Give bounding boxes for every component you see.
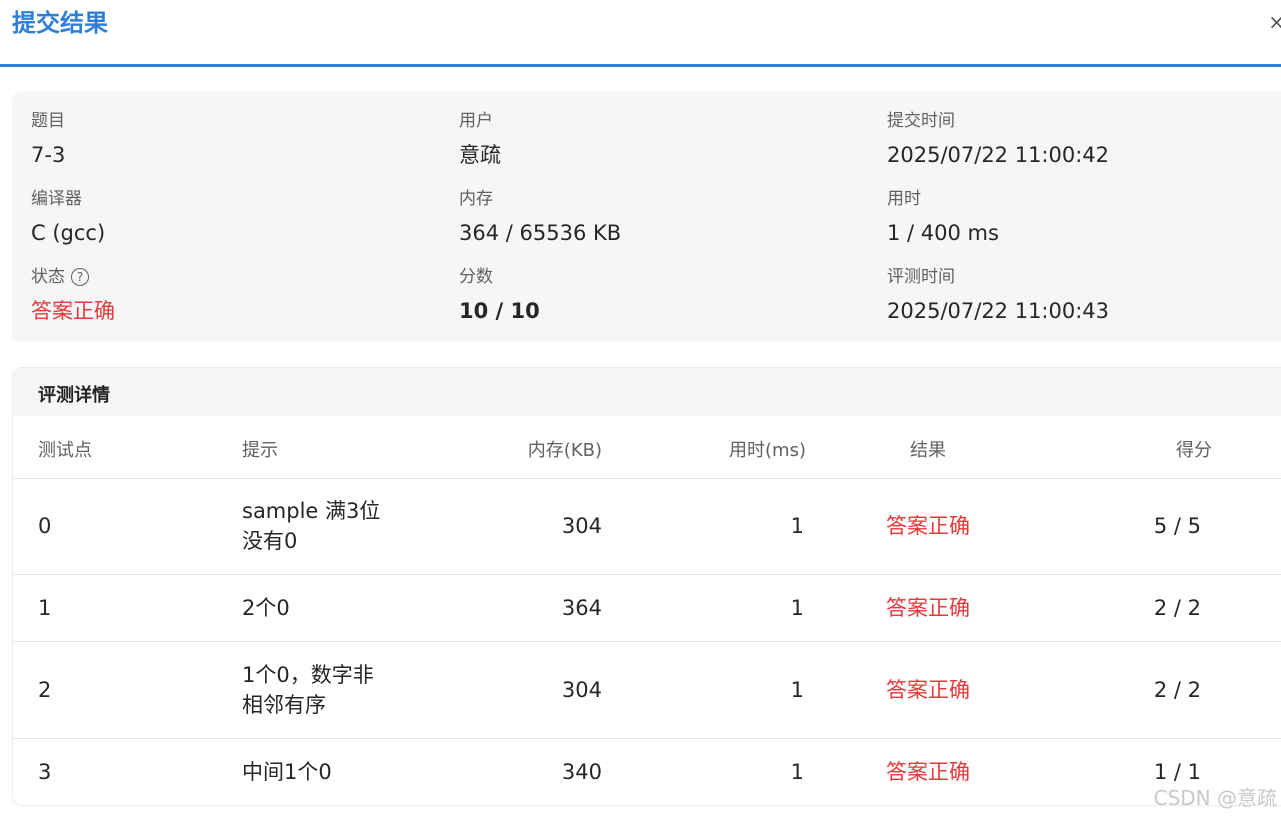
- column-header-score: 得分: [1176, 440, 1212, 461]
- case-time: 1: [790, 678, 804, 702]
- problem-label: 题目: [31, 111, 65, 131]
- user-label: 用户: [459, 111, 493, 131]
- compiler-field: 编译器 C (gcc): [31, 188, 105, 246]
- case-score: 2 / 2: [1153, 596, 1201, 620]
- question-circle-icon[interactable]: ?: [71, 268, 89, 286]
- user-field: 用户 意疏: [459, 110, 501, 168]
- case-hint: 1个0，数字非 相邻有序: [242, 663, 374, 717]
- detail-title: 评测详情: [38, 385, 110, 406]
- case-time: 1: [790, 596, 804, 620]
- score-field: 分数 10 / 10: [459, 266, 540, 324]
- case-result: 答案正确: [886, 678, 970, 702]
- judge-time-value: 2025/07/22 11:00:43: [887, 299, 1110, 323]
- case-hint: 2个0: [242, 596, 290, 620]
- time-field: 用时 1 / 400 ms: [887, 188, 999, 246]
- case-hint: 中间1个0: [242, 760, 332, 784]
- judge-detail-panel: 评测详情 测试点 提示 内存(KB) 用时(ms) 结果 得分 0 sample…: [12, 367, 1281, 806]
- status-field: 状态 ? 答案正确: [31, 266, 115, 324]
- case-time: 1: [790, 514, 804, 538]
- dialog-title: 提交结果: [12, 9, 108, 37]
- memory-value: 364 / 65536 KB: [459, 221, 622, 245]
- case-result: 答案正确: [886, 596, 970, 620]
- case-result: 答案正确: [886, 760, 970, 784]
- case-memory: 340: [561, 760, 602, 784]
- compiler-value: C (gcc): [31, 221, 106, 245]
- watermark: CSDN @意疏: [1153, 786, 1277, 810]
- judge-time-label: 评测时间: [887, 267, 955, 287]
- compiler-label: 编译器: [31, 189, 82, 209]
- table-row: 2 1个0，数字非 相邻有序 304 1 答案正确 2 / 2: [13, 642, 1281, 739]
- judge-time-field: 评测时间 2025/07/22 11:00:43: [887, 266, 1109, 324]
- submit-time-label: 提交时间: [887, 111, 955, 131]
- case-hint: sample 满3位 没有0: [242, 499, 381, 553]
- case-time: 1: [790, 760, 804, 784]
- time-value: 1 / 400 ms: [887, 221, 999, 245]
- table-row: 0 sample 满3位 没有0 304 1 答案正确 5 / 5: [13, 478, 1281, 575]
- score-value: 10 / 10: [459, 299, 540, 323]
- time-label: 用时: [887, 189, 921, 209]
- case-memory: 364: [561, 596, 602, 620]
- memory-label: 内存: [459, 189, 493, 209]
- case-id: 2: [38, 678, 52, 702]
- user-value: 意疏: [459, 143, 501, 167]
- column-header-time: 用时(ms): [729, 440, 806, 461]
- case-id: 0: [38, 514, 52, 538]
- case-score: 2 / 2: [1153, 678, 1201, 702]
- case-id: 1: [38, 596, 52, 620]
- column-header-case: 测试点: [38, 440, 92, 461]
- table-row: 1 2个0 364 1 答案正确 2 / 2: [13, 575, 1281, 642]
- case-result: 答案正确: [886, 514, 970, 538]
- column-header-hint: 提示: [242, 440, 278, 461]
- submit-time-field: 提交时间 2025/07/22 11:00:42: [887, 110, 1109, 168]
- case-memory: 304: [561, 514, 602, 538]
- submit-time-value: 2025/07/22 11:00:42: [887, 143, 1110, 167]
- close-icon[interactable]: ×: [1268, 10, 1281, 34]
- submission-summary: 题目 7-3 用户 意疏 提交时间 2025/07/22 11:00:42 编译…: [12, 91, 1281, 342]
- dialog-header: 提交结果 ×: [0, 0, 1281, 67]
- case-score: 5 / 5: [1153, 514, 1201, 538]
- memory-field: 内存 364 / 65536 KB: [459, 188, 621, 246]
- column-header-result: 结果: [910, 440, 946, 461]
- case-id: 3: [38, 760, 52, 784]
- case-memory: 304: [561, 678, 602, 702]
- detail-header: 评测详情: [13, 368, 1281, 416]
- status-label: 状态: [31, 267, 65, 287]
- table-header: 测试点 提示 内存(KB) 用时(ms) 结果 得分: [13, 416, 1281, 479]
- problem-value: 7-3: [31, 143, 66, 167]
- column-header-memory: 内存(KB): [527, 440, 602, 461]
- status-value: 答案正确: [31, 299, 115, 323]
- table-row: 3 中间1个0 340 1 答案正确 1 / 1: [13, 739, 1281, 805]
- problem-field: 题目 7-3: [31, 110, 65, 168]
- score-label: 分数: [459, 267, 493, 287]
